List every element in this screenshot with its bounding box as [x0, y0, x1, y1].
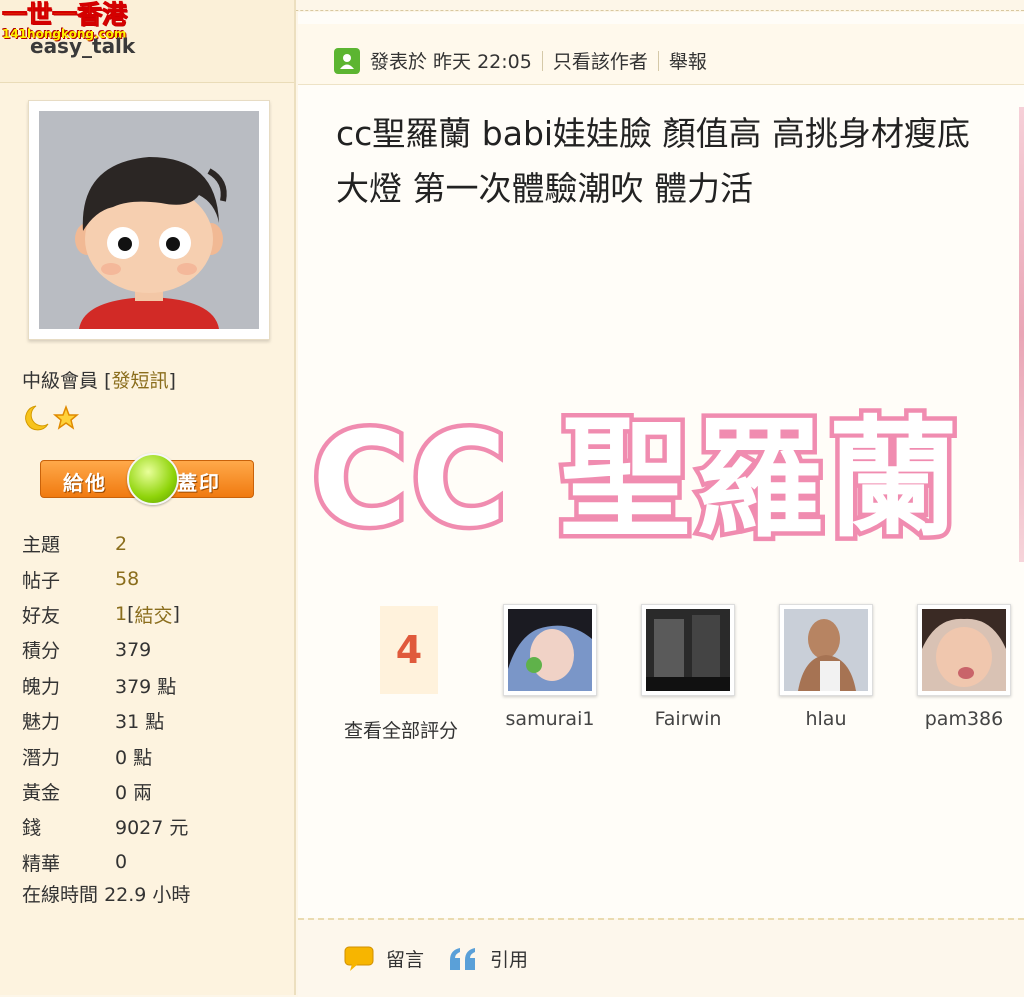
rater[interactable]: Fairwin	[638, 604, 738, 730]
member-rank: 中級會員 [發短訊]	[22, 366, 176, 393]
stat-row: 黃金 0 兩	[22, 774, 188, 809]
author-sidebar: 一世一香港 141hongkong.com easy_talk 中級會員 [發短…	[0, 0, 296, 995]
online-status-icon	[334, 48, 360, 74]
stat-row: 魄力 379 點	[22, 668, 188, 703]
stat-row: 精華 0	[22, 845, 188, 880]
online-time: 在線時間 22.9 小時	[22, 880, 190, 907]
stat-value[interactable]: 1	[115, 603, 127, 625]
rater[interactable]: hlau	[776, 604, 876, 730]
comment-button[interactable]: 留言	[344, 945, 424, 972]
stat-value[interactable]: 58	[115, 568, 139, 590]
banner-text: CC 聖羅蘭	[312, 403, 962, 555]
author-username[interactable]: easy_talk	[30, 34, 135, 58]
post-header: 發表於 昨天 22:05 只看該作者 舉報	[298, 24, 1024, 85]
rating-count[interactable]: 4	[380, 606, 438, 694]
rank-icons	[22, 404, 82, 436]
moon-icon	[25, 405, 49, 431]
stat-row: 魅力 31 點	[22, 703, 188, 738]
image-edge	[1019, 107, 1024, 562]
rater-avatar[interactable]	[917, 604, 1011, 696]
post-content: 發表於 昨天 22:05 只看該作者 舉報 cc聖羅蘭 babi娃娃臉 顏值高 …	[298, 12, 1024, 997]
stat-value: 0 兩	[115, 781, 153, 804]
avatar[interactable]	[28, 100, 270, 340]
divider	[657, 50, 659, 71]
send-message-link[interactable]: 發短訊	[111, 370, 168, 392]
star-icon	[52, 404, 80, 430]
rater-name[interactable]: Fairwin	[638, 708, 738, 730]
stat-row: 錢 9027 元	[22, 809, 188, 844]
stat-label: 主題	[22, 534, 61, 557]
stat-row: 潛力 0 點	[22, 738, 188, 773]
stamp-seal-label: 蓋印	[177, 471, 221, 495]
stat-value: 379 點	[115, 675, 177, 698]
report-link[interactable]: 舉報	[669, 47, 707, 74]
author-stats: 主題 2 帖子 58 好友 1 [結交] 積分 379 魄力 379 點魅力 31 點潛力 0 點黃金…	[22, 526, 188, 880]
stat-row: 好友 1 [結交]	[22, 597, 188, 632]
make-friend-link[interactable]: 結交	[135, 601, 173, 628]
member-rank-label: 中級會員	[22, 370, 99, 392]
quote-label: 引用	[490, 949, 529, 971]
rater-avatar[interactable]	[503, 604, 597, 696]
online-time-label: 在線時間	[22, 884, 99, 906]
stat-row: 主題 2	[22, 526, 188, 561]
post-footer: 留言 引用	[298, 918, 1024, 997]
stat-label: 精華	[22, 852, 61, 875]
online-time-value: 22.9 小時	[104, 884, 191, 906]
rater[interactable]: samurai1	[500, 604, 600, 730]
rater-avatar[interactable]	[779, 604, 873, 696]
post-meta: 發表於 昨天 22:05 只看該作者 舉報	[370, 47, 707, 74]
stat-label: 積分	[22, 640, 61, 663]
divider	[541, 50, 543, 71]
rater-name[interactable]: samurai1	[500, 708, 600, 730]
stamp-knob-icon	[127, 453, 179, 505]
rater-name[interactable]: hlau	[776, 708, 876, 730]
give-stamp-button[interactable]: 給他 蓋印	[40, 453, 254, 505]
bracket: ]	[168, 370, 176, 392]
stat-label: 魅力	[22, 711, 61, 734]
stamp-give-label: 給他	[63, 471, 107, 495]
stat-row: 帖子 58	[22, 561, 188, 596]
view-all-ratings-link[interactable]: 查看全部評分	[344, 716, 458, 743]
stat-value: 379	[115, 638, 152, 661]
comment-icon	[344, 946, 374, 971]
author-header: 一世一香港 141hongkong.com easy_talk	[0, 0, 294, 83]
avatar-image	[39, 111, 259, 329]
stat-value: 0 點	[115, 746, 153, 769]
rater[interactable]: pam386	[914, 604, 1014, 730]
stat-value: 0	[115, 851, 128, 874]
only-author-link[interactable]: 只看該作者	[553, 47, 648, 74]
stat-label: 黃金	[22, 781, 61, 804]
post-timestamp: 發表於 昨天 22:05	[370, 51, 532, 73]
post-title: cc聖羅蘭 babi娃娃臉 顏值高 高挑身材瘦底大燈 第一次體驗潮吹 體力活	[336, 114, 971, 208]
bracket: [	[127, 603, 135, 626]
stat-label: 錢	[22, 817, 42, 840]
stat-label: 潛力	[22, 746, 61, 769]
stat-label: 好友	[22, 604, 61, 627]
comment-label: 留言	[386, 949, 425, 971]
quote-button[interactable]: 引用	[448, 945, 528, 972]
rater-avatar[interactable]	[641, 604, 735, 696]
site-logo-title: 一世一香港	[1, 0, 128, 29]
stat-value: 9027 元	[115, 817, 189, 840]
stat-value: 31 點	[115, 711, 165, 734]
stat-row: 積分 379	[22, 632, 188, 667]
quote-icon	[450, 947, 475, 970]
rater-name[interactable]: pam386	[914, 708, 1014, 730]
post-banner-image: CC 聖羅蘭	[308, 399, 963, 560]
stat-label: 魄力	[22, 675, 61, 698]
stat-value[interactable]: 2	[115, 533, 127, 555]
stat-label: 帖子	[22, 569, 61, 592]
bracket: ]	[172, 603, 180, 626]
